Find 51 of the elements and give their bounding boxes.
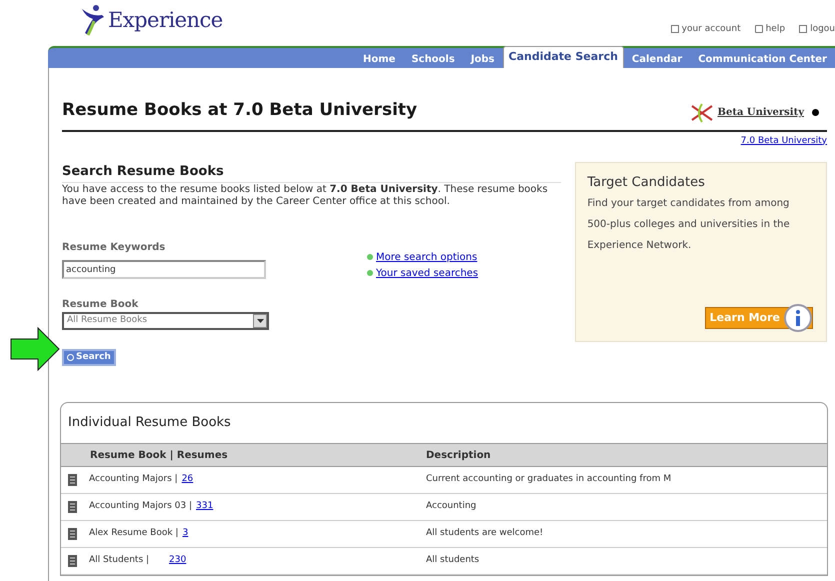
book-name: Alex Resume Book | — [89, 527, 178, 540]
book-name: All Students | — [89, 554, 150, 568]
help-icon — [754, 25, 763, 34]
utility-link[interactable]: help — [766, 22, 786, 36]
nav-tab[interactable]: Candidate Search — [502, 46, 624, 68]
arrow-icon — [10, 327, 60, 371]
book-name: Accounting Majors | — [89, 473, 178, 486]
column-header: Resume Book | Resumes — [89, 448, 229, 462]
description-cell-text: All students are welcome! — [426, 527, 544, 540]
column-header: Description — [426, 448, 491, 462]
description-cell-text: Accounting — [426, 500, 476, 514]
resume-count-link[interactable]: 26 — [182, 473, 194, 487]
school-logo-text: Beta University — [718, 106, 804, 120]
account-icon — [670, 25, 679, 34]
description-cell-text: All students — [426, 554, 480, 568]
search-link[interactable]: Your saved searches — [376, 266, 478, 280]
search-link[interactable]: More search options — [376, 250, 478, 264]
logout-icon — [799, 25, 808, 34]
book-icon — [68, 501, 77, 513]
info-icon — [784, 304, 812, 332]
utility-link[interactable]: logou — [810, 22, 835, 36]
field-label: Resume Book — [62, 298, 140, 312]
nav-tab[interactable]: Home — [354, 50, 404, 68]
keywords-field[interactable]: accounting — [62, 260, 266, 279]
nav-tab[interactable]: Calendar — [624, 50, 690, 68]
resume-book-dropdown[interactable]: All Resume Books — [62, 312, 269, 330]
page-title: Resume Books at 7.0 Beta University — [62, 99, 418, 122]
figure-logo-icon — [690, 102, 714, 124]
nav-tab[interactable]: Schools — [403, 50, 463, 68]
search-button[interactable]: Search — [62, 349, 116, 366]
book-icon — [68, 474, 77, 486]
section-heading: Search Resume Books — [62, 163, 225, 181]
resume-count-link[interactable]: 230 — [169, 554, 186, 568]
nav-tab[interactable]: Jobs — [462, 50, 503, 68]
book-icon — [68, 555, 77, 567]
field-label: Resume Keywords — [62, 240, 166, 254]
panel-title: Individual Resume Books — [67, 414, 232, 432]
nav-tab[interactable]: Communication Center — [690, 50, 835, 68]
resume-count-link[interactable]: 331 — [196, 500, 214, 514]
brand-name[interactable]: Experience — [108, 5, 223, 37]
utility-link[interactable]: your account — [682, 22, 741, 36]
promo-title: Target Candidates — [587, 174, 706, 192]
school-link[interactable]: 7.0 Beta University — [740, 134, 827, 148]
bullet-icon — [367, 254, 373, 260]
bullet-icon — [367, 270, 373, 276]
resume-count-link[interactable]: 3 — [182, 527, 188, 541]
intro-text: You have access to the resume books listed below at 7.0 Beta University. These resume books have been created and maintained by the Career Center office at this school. — [62, 182, 562, 208]
book-name: Accounting Majors 03 | — [89, 500, 192, 514]
description-cell-text: Current accounting or graduates in accounting from M — [426, 473, 672, 486]
promo-text: Find your target candidates from among 500-plus colleges and universities in the Experience Network. — [587, 196, 791, 252]
book-icon — [68, 528, 77, 540]
